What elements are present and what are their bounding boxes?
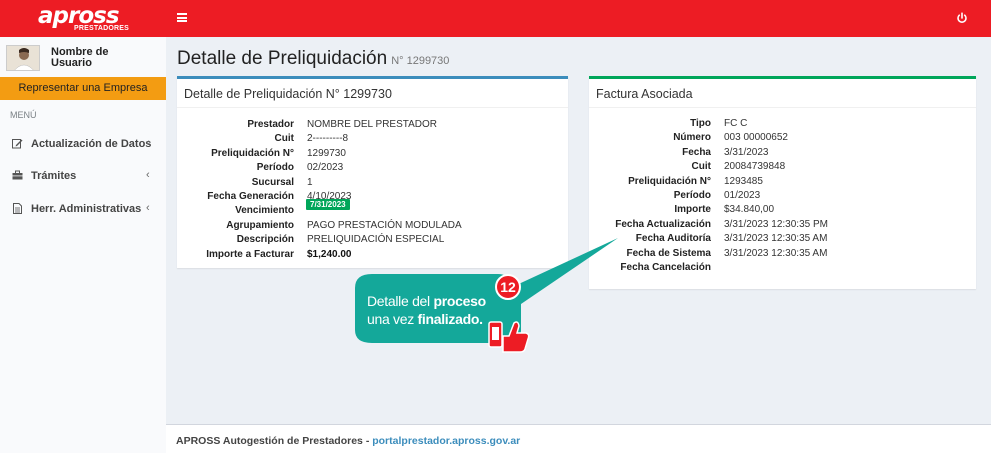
detail-value: $1,240.00 [307,248,352,260]
chevron-left-icon: ‹ [146,137,150,149]
detail-value: 1299730 [307,147,346,159]
detail-value: 003 00000652 [724,132,788,144]
avatar [6,45,40,71]
detail-value: FC C [724,118,748,129]
detail-row: Importe $34.840,00 [589,203,774,217]
footer-label: APROSS Autogestión de Prestadores - [176,435,373,447]
detail-row: Fecha de Sistema 3/31/2023 12:30:35 AM [589,247,828,261]
panel-title: Factura Asociada [596,87,693,101]
detail-label: Preliquidación N° [211,147,294,159]
detail-row: Agrupamiento PAGO PRESTACIÓN MODULADA [177,219,461,233]
step-number-badge: 12 [495,274,521,300]
detail-value: 2---------8 [307,133,349,145]
detail-label: Importe a Facturar [206,248,294,260]
vencimiento-badge: 7/31/2023 [306,199,350,211]
page-subtitle: N° 1299730 [391,55,450,67]
sidebar-item-herr-administrativas[interactable]: Herr. Administrativas ‹ [0,199,166,219]
logo-subtext: PRESTADORES [74,25,129,32]
detail-value: 20084739848 [724,161,786,173]
top-bar: apross PRESTADORES [0,0,991,37]
detail-row: Fecha Generación 4/10/2023 [177,190,351,204]
user-name: Nombre de Usuario [51,46,109,69]
briefcase-icon [12,170,23,180]
detail-value: 02/2023 [307,162,344,174]
apross-logo[interactable]: apross PRESTADORES [38,3,129,34]
detail-label: Preliquidación N° [628,175,711,187]
detail-value: 3/31/2023 12:30:35 AM [724,233,828,245]
detail-value: 3/31/2023 [724,146,769,158]
detail-row: Cuit 20084739848 [589,160,786,174]
preliquidacion-detail-panel: Detalle de Preliquidación N° 1299730 Pre… [177,76,568,268]
detail-row: Preliquidación N° 1299730 [177,147,346,161]
edit-icon [12,139,23,149]
detail-label: Fecha Generación [207,191,294,202]
detail-row: Fecha Auditoría 3/31/2023 12:30:35 AM [589,232,828,246]
divider [589,107,976,108]
detail-value: 3/31/2023 12:30:35 AM [724,247,828,259]
detail-label: Fecha Cancelación [620,262,711,273]
detail-row: Sucursal 1 [177,176,313,190]
user-panel: Nombre de Usuario [6,45,166,71]
detail-value: 01/2023 [724,190,761,201]
detail-row: Vencimiento 7/31/2023 [177,199,350,218]
detail-row: Preliquidación N° 1293485 [589,175,763,189]
detail-label: Número [673,132,711,144]
detail-row: Fecha Cancelación [589,261,711,275]
detail-row: Período 01/2023 [589,189,760,203]
divider [177,107,568,108]
menu-header: MENÚ [10,110,37,120]
detail-label: Período [673,190,711,201]
detail-value: $34.840,00 [724,204,775,216]
footer: APROSS Autogestión de Prestadores - port… [166,424,991,453]
sidebar-item-actualizacion-datos[interactable]: Actualización de Datos ‹ [0,134,166,154]
detail-row: Tipo FC C [589,117,747,131]
footer-link[interactable]: portalprestador.apross.gov.ar [372,435,520,447]
footer-text: APROSS Autogestión de Prestadores - port… [176,435,520,447]
chevron-left-icon: ‹ [146,169,150,181]
detail-row: Fecha Actualización 3/31/2023 12:30:35 PM [589,218,828,232]
detail-label: Fecha Auditoría [635,233,711,245]
detail-label: Descripción [236,234,294,246]
power-icon[interactable] [956,12,968,24]
page-title-text: Detalle de Preliquidación [177,48,388,69]
sidebar-item-label: Herr. Administrativas [31,203,142,215]
detail-label: Fecha [682,146,711,158]
detail-label: Sucursal [251,176,294,188]
hamburger-icon[interactable] [177,13,187,22]
detail-row: Período 02/2023 [177,161,343,175]
detail-label: Agrupamiento [226,219,294,231]
detail-label: Cuit [691,161,711,173]
detail-row: Fecha 3/31/2023 [589,146,768,160]
panel-title: Detalle de Preliquidación N° 1299730 [184,87,392,101]
detail-label: Período [256,162,294,174]
detail-label: Prestador [247,119,294,130]
sidebar-item-label: Actualización de Datos [31,138,152,150]
sidebar-item-label: Trámites [31,170,77,182]
detail-label: Importe [674,204,711,216]
detail-label: Fecha de Sistema [626,247,711,259]
detail-row: Número 003 00000652 [589,131,788,145]
representar-empresa-button[interactable]: Representar una Empresa [0,77,166,100]
detail-label: Vencimiento [235,205,294,217]
detail-value: 1 [307,176,313,188]
document-icon [13,203,22,214]
detail-value: NOMBRE DEL PRESTADOR [307,119,438,130]
detail-label: Cuit [274,133,294,145]
chevron-left-icon: ‹ [146,202,150,214]
sidebar: Nombre de Usuario Representar una Empres… [0,37,166,453]
sidebar-item-tramites[interactable]: Trámites ‹ [0,166,166,186]
page-title: Detalle de Preliquidación N° 1299730 [177,48,449,70]
factura-asociada-panel: Factura Asociada Tipo FC C Número 003 00000… [589,76,976,289]
detail-value: PRELIQUIDACIÓN ESPECIAL [307,234,445,246]
detail-row: Descripción PRELIQUIDACIÓN ESPECIAL [177,233,445,247]
detail-label: Fecha Actualización [615,218,711,230]
detail-row: Prestador NOMBRE DEL PRESTADOR [177,118,437,132]
detail-value: PAGO PRESTACIÓN MODULADA [307,219,462,231]
callout-text: Detalle del proceso una vez finalizado. [367,293,486,327]
detail-row: Cuit 2---------8 [177,132,349,146]
detail-value: 3/31/2023 12:30:35 PM [724,218,828,230]
detail-value: 1293485 [724,175,763,187]
detail-row: Importe a Facturar $1,240.00 [177,248,351,262]
detail-label: Tipo [690,118,711,129]
